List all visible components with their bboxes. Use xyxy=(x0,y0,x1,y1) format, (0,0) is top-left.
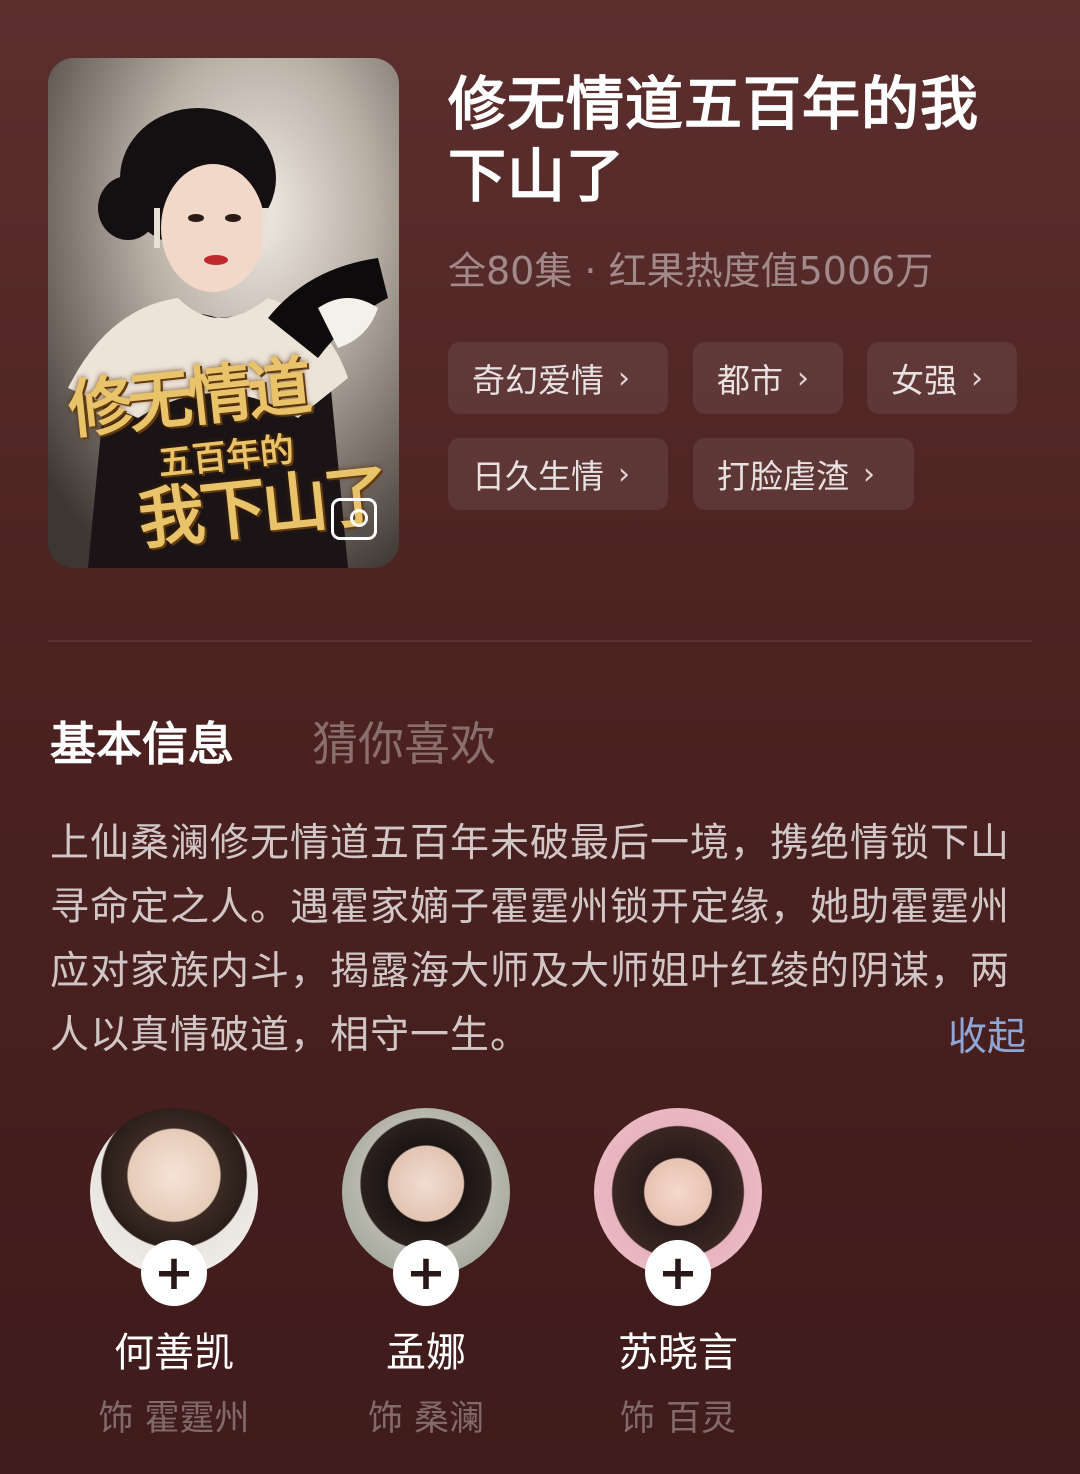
tag-chip[interactable]: 打脸虐渣 › xyxy=(693,438,914,510)
chevron-right-icon: › xyxy=(971,360,983,396)
tab-recommendations[interactable]: 猜你喜欢 xyxy=(312,708,496,774)
tag-label: 女强 xyxy=(891,361,957,400)
cast-member[interactable]: + 孟娜 饰 桑澜 xyxy=(326,1108,526,1441)
section-divider xyxy=(48,640,1032,642)
cast-member[interactable]: + 何善凯 饰 霍霆州 xyxy=(74,1108,274,1441)
actor-role: 饰 百灵 xyxy=(619,1399,737,1439)
chevron-right-icon: › xyxy=(618,360,630,396)
actor-role: 饰 霍霆州 xyxy=(98,1399,250,1439)
tag-chip[interactable]: 都市 › xyxy=(693,342,843,414)
actor-name: 苏晓言 xyxy=(618,1330,738,1376)
drama-meta: 全80集 · 红果热度值5006万 xyxy=(448,249,934,293)
drama-title: 修无情道五百年的我 下山了 xyxy=(448,68,1028,212)
follow-button[interactable]: + xyxy=(141,1240,207,1306)
follow-button[interactable]: + xyxy=(645,1240,711,1306)
tag-chip[interactable]: 奇幻爱情 › xyxy=(448,342,668,414)
tag-label: 奇幻爱情 xyxy=(472,361,604,400)
image-icon[interactable] xyxy=(331,498,377,540)
chevron-right-icon: › xyxy=(618,456,630,492)
tag-label: 都市 xyxy=(717,361,783,400)
tag-label: 打脸虐渣 xyxy=(717,457,849,496)
tag-chip[interactable]: 女强 › xyxy=(867,342,1017,414)
synopsis-text: 上仙桑澜修无情道五百年未破最后一境，携绝情锁下山寻命定之人。遇霍家嫡子霍霆州锁开… xyxy=(50,821,1011,1058)
drama-title-line2: 下山了 xyxy=(448,142,626,210)
chevron-right-icon: › xyxy=(863,456,875,492)
actor-name: 孟娜 xyxy=(386,1330,466,1376)
actor-role: 饰 桑澜 xyxy=(367,1399,485,1439)
cast-member[interactable]: + 苏晓言 饰 百灵 xyxy=(578,1108,778,1441)
drama-title-line1: 修无情道五百年的我 xyxy=(448,70,980,138)
actor-name: 何善凯 xyxy=(114,1330,234,1376)
tag-chip[interactable]: 日久生情 › xyxy=(448,438,668,510)
collapse-link[interactable]: 收起 xyxy=(948,1006,1026,1062)
tag-label: 日久生情 xyxy=(472,457,604,496)
tab-basic-info[interactable]: 基本信息 xyxy=(50,708,234,774)
drama-poster[interactable]: 修无情道 五百年的 我下山了 xyxy=(48,58,399,568)
follow-button[interactable]: + xyxy=(393,1240,459,1306)
chevron-right-icon: › xyxy=(797,360,809,396)
